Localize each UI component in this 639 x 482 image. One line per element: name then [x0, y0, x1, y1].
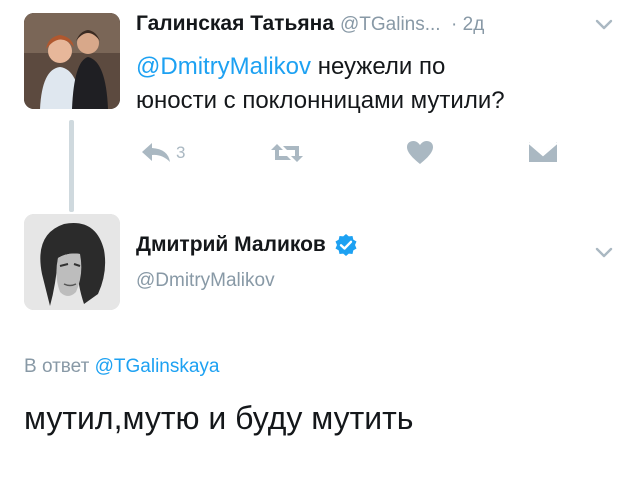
verified-badge-icon — [334, 233, 358, 257]
reply-prefix: В ответ — [24, 356, 90, 377]
chevron-down-icon[interactable] — [592, 240, 616, 269]
reply-button[interactable]: 3 — [140, 140, 185, 166]
tweet1-timestamp[interactable]: · 2д — [451, 14, 484, 35]
tweet1-mention-link[interactable]: @DmitryMalikov — [136, 53, 311, 80]
avatar-galinskaya[interactable] — [24, 13, 120, 109]
avatar-malikov[interactable] — [24, 214, 120, 310]
like-button[interactable] — [406, 140, 434, 166]
tweet1-header: Галинская Татьяна @TGalins... · 2д — [136, 10, 484, 40]
tweet2-author: Дмитрий Маликов — [136, 231, 358, 259]
envelope-icon — [528, 142, 558, 162]
thread-connector-line — [69, 120, 74, 212]
direct-message-button[interactable] — [528, 140, 558, 164]
reply-icon — [142, 143, 170, 162]
chevron-down-icon[interactable] — [592, 12, 616, 41]
avatar-photo-icon — [24, 13, 120, 109]
reply-count: 3 — [176, 143, 186, 162]
tweet1-text-line2: юности с поклонницами мутили? — [136, 87, 505, 114]
retweet-button[interactable] — [269, 140, 305, 166]
tweet2-author-handle[interactable]: @DmitryMalikov — [136, 269, 275, 293]
avatar-photo-icon — [24, 214, 120, 310]
tweet2-text: мутил,мутю и буду мутить — [24, 400, 414, 436]
reply-to-mention-link[interactable]: @TGalinskaya — [95, 356, 220, 377]
tweet1-text-line1: неужели по — [317, 53, 446, 80]
tweet1-author-handle[interactable]: @TGalins... — [340, 14, 441, 35]
tweet1-actions: 3 — [136, 140, 576, 170]
retweet-icon — [271, 144, 303, 162]
heart-icon — [407, 141, 433, 164]
tweet2-author-name[interactable]: Дмитрий Маликов — [136, 231, 326, 259]
reply-context: В ответ @TGalinskaya — [24, 354, 220, 380]
tweet1-text: @DmitryMalikov неужели по юности с покло… — [136, 50, 616, 118]
tweet1-author-name[interactable]: Галинская Татьяна — [136, 12, 334, 35]
